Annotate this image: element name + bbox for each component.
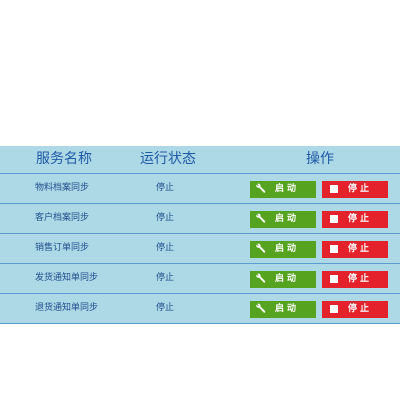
start-button[interactable]: 启动 <box>250 271 316 288</box>
start-button-label: 启动 <box>275 214 300 224</box>
stop-button[interactable]: 停止 <box>322 271 388 288</box>
header-run-status: 运行状态 <box>140 151 196 167</box>
stop-button-label: 停止 <box>348 244 373 254</box>
stop-square-icon <box>330 275 338 283</box>
stop-button-label: 停止 <box>348 274 373 284</box>
service-table: 服务名称 运行状态 操作 物料档案同步 停止 启动 停止 客户档案同步 停止 启… <box>0 146 400 324</box>
table-row: 发货通知单同步 停止 启动 停止 <box>0 264 400 294</box>
table-header: 服务名称 运行状态 操作 <box>0 146 400 174</box>
service-status: 停止 <box>156 213 175 223</box>
wrench-icon <box>256 213 266 223</box>
stop-square-icon <box>330 185 338 193</box>
start-button[interactable]: 启动 <box>250 181 316 198</box>
service-status: 停止 <box>156 303 175 313</box>
stop-button-label: 停止 <box>348 304 373 314</box>
start-button-label: 启动 <box>275 304 300 314</box>
service-name: 物料档案同步 <box>35 183 90 193</box>
stop-button-label: 停止 <box>348 214 373 224</box>
stop-button[interactable]: 停止 <box>322 181 388 198</box>
stop-button[interactable]: 停止 <box>322 301 388 318</box>
stop-button[interactable]: 停止 <box>322 211 388 228</box>
service-name: 退货通知单同步 <box>35 303 99 313</box>
table-body: 物料档案同步 停止 启动 停止 客户档案同步 停止 启动 停止 销售订单同步 停… <box>0 174 400 324</box>
start-button-label: 启动 <box>275 184 300 194</box>
service-status: 停止 <box>156 183 175 193</box>
service-name: 客户档案同步 <box>35 213 90 223</box>
start-button-label: 启动 <box>275 244 300 254</box>
table-row: 物料档案同步 停止 启动 停止 <box>0 174 400 204</box>
header-actions: 操作 <box>306 151 334 167</box>
header-service-name: 服务名称 <box>36 151 92 167</box>
wrench-icon <box>256 303 266 313</box>
start-button[interactable]: 启动 <box>250 301 316 318</box>
start-button[interactable]: 启动 <box>250 211 316 228</box>
start-button[interactable]: 启动 <box>250 241 316 258</box>
wrench-icon <box>256 243 266 253</box>
service-name: 销售订单同步 <box>35 243 90 253</box>
table-row: 退货通知单同步 停止 启动 停止 <box>0 294 400 324</box>
stop-square-icon <box>330 305 338 313</box>
stop-button[interactable]: 停止 <box>322 241 388 258</box>
service-name: 发货通知单同步 <box>35 273 99 283</box>
service-status: 停止 <box>156 273 175 283</box>
stop-square-icon <box>330 245 338 253</box>
stop-square-icon <box>330 215 338 223</box>
wrench-icon <box>256 273 266 283</box>
stop-button-label: 停止 <box>348 184 373 194</box>
wrench-icon <box>256 183 266 193</box>
start-button-label: 启动 <box>275 274 300 284</box>
table-row: 销售订单同步 停止 启动 停止 <box>0 234 400 264</box>
table-row: 客户档案同步 停止 启动 停止 <box>0 204 400 234</box>
service-status: 停止 <box>156 243 175 253</box>
